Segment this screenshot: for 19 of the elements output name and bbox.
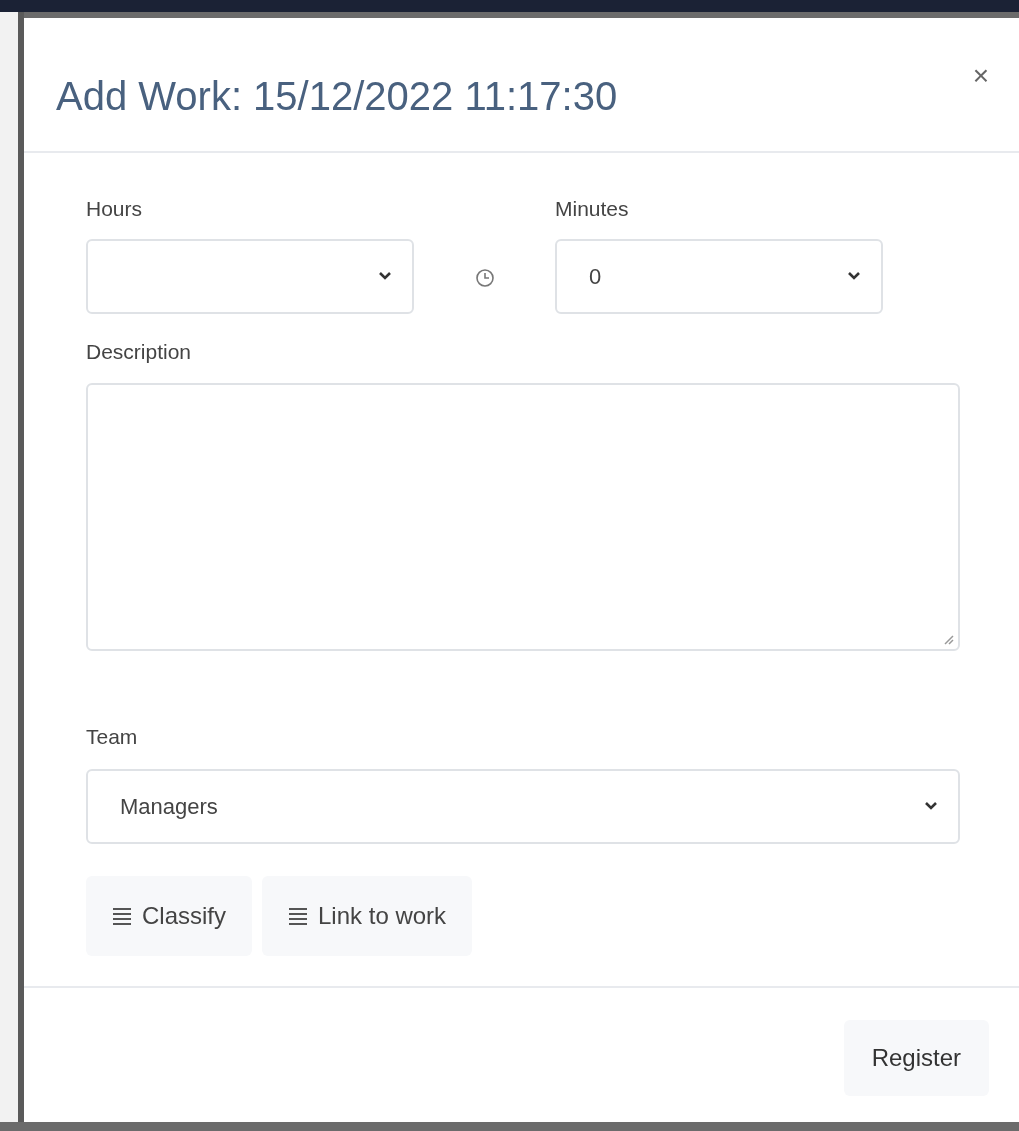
chevron-down-icon	[847, 271, 861, 281]
menu-button[interactable]: Classify	[86, 875, 252, 956]
field-label: Description	[86, 338, 193, 365]
field-label: Team	[86, 724, 139, 750]
list-icon	[288, 905, 308, 926]
chevron-down-icon	[378, 271, 392, 281]
dialog-title: Add Work: 15/12/2022 11:17:30	[56, 73, 618, 120]
menu-button[interactable]: Link to work	[262, 875, 473, 956]
chevron-down-icon	[924, 801, 938, 811]
resize-handle-icon[interactable]	[942, 633, 954, 645]
select-field[interactable]: Managers	[86, 768, 960, 844]
list-icon	[112, 905, 132, 926]
field-label: Hours	[86, 196, 144, 222]
select-field[interactable]: 0	[555, 238, 883, 314]
close-button[interactable]: ×	[972, 62, 989, 90]
field-label: Minutes	[555, 196, 630, 222]
register-button[interactable]: Register	[843, 1019, 989, 1096]
clock-icon	[474, 268, 495, 288]
select-field[interactable]	[86, 238, 414, 314]
